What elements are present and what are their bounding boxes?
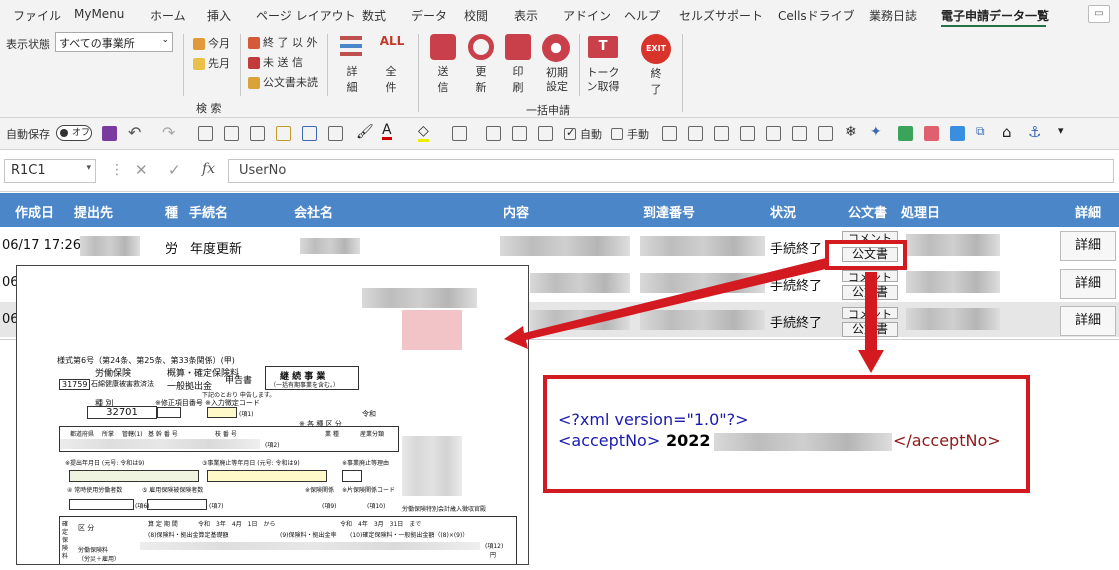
redacted-accept-number [714, 433, 892, 451]
xml-close-tag: </acceptNo> [893, 431, 1001, 450]
accept-number-prefix: 2022 [666, 431, 711, 450]
xml-declaration: <?xml version="1.0"?> [558, 410, 749, 429]
arrow-to-xml [858, 272, 884, 373]
arrow-to-document [504, 258, 830, 349]
xml-accept-number-callout: <?xml version="1.0"?> <acceptNo> 2022 </… [543, 375, 1030, 493]
xml-open-tag: <acceptNo> [558, 431, 661, 450]
